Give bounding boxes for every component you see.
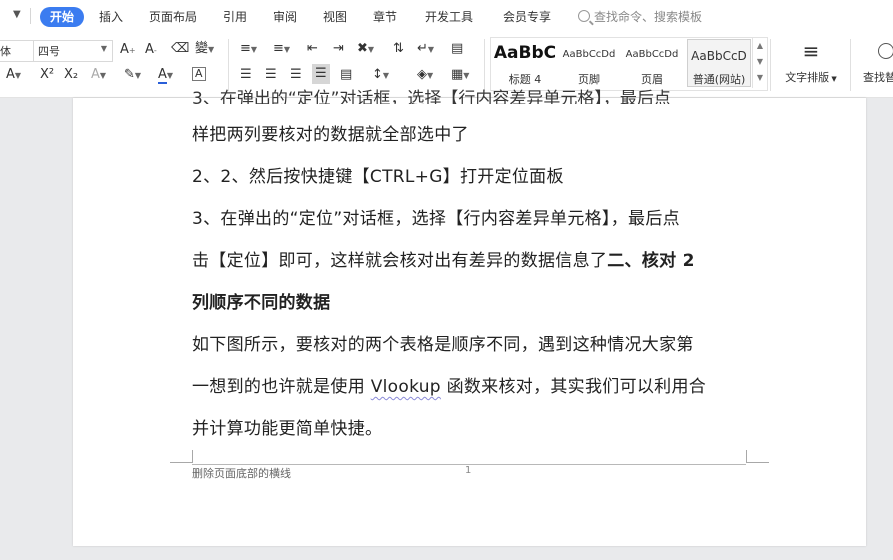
find-replace-button[interactable]: 查找替 <box>860 39 893 85</box>
text-layout-button[interactable]: ≡ 文字排版 ▼ <box>780 39 842 85</box>
pinyin-guide-icon[interactable]: 變▼ <box>195 41 214 58</box>
font-selector[interactable]: 体 四号 ▼ <box>0 40 113 62</box>
margin-corner-mark <box>746 450 769 463</box>
footer-text[interactable]: 删除页面底部的横线 <box>192 465 291 481</box>
doc-text: 击【定位】即可，这样就会核对出有差异的数据信息了 <box>192 251 608 271</box>
style-heading-4[interactable]: AaBbC 标题 4 <box>491 38 559 88</box>
tab-developer[interactable]: 开发工具 <box>425 7 473 27</box>
bullet-list-icon[interactable]: ≡▼ <box>240 41 257 58</box>
decrease-indent-icon[interactable]: ⇤ <box>307 41 318 57</box>
tab-section[interactable]: 章节 <box>373 7 397 27</box>
page-number: 1 <box>465 465 472 476</box>
align-left-icon[interactable]: ☰ <box>240 67 252 83</box>
document-page[interactable]: 3、在弹出的“定位”对话框，选择【行内容差异单元格】，最后点 样把两列要核对的数… <box>73 89 866 546</box>
tab-home[interactable]: 开始 <box>40 7 85 27</box>
numbered-list-icon[interactable]: ≡▼ <box>273 41 290 58</box>
grow-font-icon[interactable]: A+ <box>120 42 136 59</box>
align-center-icon[interactable]: ☰ <box>265 67 277 83</box>
font-size-field[interactable]: 四号 <box>38 43 60 59</box>
show-marks-icon[interactable]: ↵▼ <box>417 41 434 58</box>
char-border-icon[interactable]: A <box>192 67 206 81</box>
clear-format-icon[interactable]: ⌫ <box>171 41 189 57</box>
section-heading-text: 二、核对 2 <box>607 251 695 271</box>
doc-text: 一想到的也许就是使用 <box>192 377 371 397</box>
style-preview: AaBbCcD <box>691 49 747 63</box>
section-heading-text: 列顺序不同的数据 <box>192 293 331 313</box>
text-layout-label: 文字排版 <box>785 71 830 84</box>
doc-line[interactable]: 击【定位】即可，这样就会核对出有差异的数据信息了二、核对 2 <box>192 246 695 271</box>
find-replace-label: 查找替 <box>863 71 893 84</box>
align-right-icon[interactable]: ☰ <box>290 67 302 83</box>
sort-icon[interactable]: ⇅ <box>393 41 404 57</box>
justify-icon[interactable]: ☰ <box>312 64 330 84</box>
tab-page-layout[interactable]: 页面布局 <box>149 7 197 27</box>
doc-line[interactable]: 列顺序不同的数据 <box>192 288 330 313</box>
distributed-align-icon[interactable]: ▤ <box>451 41 463 57</box>
chinese-layout-icon[interactable]: ✖▼ <box>357 41 374 58</box>
style-preview: AaBbCcDd <box>625 49 679 60</box>
doc-line[interactable]: 如下图所示，要核对的两个表格是顺序不同，遇到这种情况大家第 <box>192 330 694 355</box>
text-effect-icon[interactable]: A▼ <box>91 67 106 84</box>
highlight-icon[interactable]: ✎▼ <box>124 67 141 84</box>
distribute-icon[interactable]: ▤ <box>340 67 352 83</box>
tab-insert[interactable]: 插入 <box>99 7 123 27</box>
font-size-chevron-down-icon[interactable]: ▼ <box>101 44 107 53</box>
borders-icon[interactable]: ▦▼ <box>451 67 469 84</box>
style-preview: AaBbCcDd <box>562 49 616 60</box>
chevron-down-icon: ▼ <box>829 75 837 83</box>
shrink-font-icon[interactable]: A- <box>145 42 157 59</box>
margin-corner-mark <box>170 450 193 463</box>
command-search[interactable]: 查找命令、搜索模板 <box>578 7 702 27</box>
styles-gallery: AaBbC 标题 4 AaBbCcDd 页脚 AaBbCcDd 页眉 AaBbC… <box>490 37 768 91</box>
doc-line[interactable]: 一想到的也许就是使用 Vlookup 函数来核对，其实我们可以利用合 <box>192 372 706 397</box>
tab-view[interactable]: 视图 <box>323 7 347 27</box>
underline-style-icon[interactable]: A▼ <box>6 67 21 84</box>
find-icon <box>878 43 893 59</box>
search-icon <box>578 10 590 22</box>
shading-icon[interactable]: ◈▼ <box>417 67 433 84</box>
increase-indent-icon[interactable]: ⇥ <box>333 41 344 57</box>
menu-separator <box>30 8 31 24</box>
partial-line-text: 3、在弹出的“定位”对话框，选择【行内容差异单元格】，最后点 <box>192 89 671 104</box>
line-spacing-icon[interactable]: ↕▼ <box>372 67 389 84</box>
partial-line-above: 3、在弹出的“定位”对话框，选择【行内容差异单元格】，最后点 <box>73 84 866 104</box>
doc-line[interactable]: 样把两列要核对的数据就全部选中了 <box>192 120 469 145</box>
text-layout-icon: ≡ <box>802 39 820 63</box>
style-header[interactable]: AaBbCcDd 页眉 <box>621 38 683 88</box>
chevron-up-icon[interactable]: ▲ <box>753 38 767 54</box>
doc-line[interactable]: 并计算功能更简单快捷。 <box>192 414 382 439</box>
chevron-down-icon[interactable]: ▼ <box>753 54 767 70</box>
subscript-icon[interactable]: X₂ <box>64 67 78 83</box>
style-normal-web[interactable]: AaBbCcD 普通(网站) <box>687 39 751 87</box>
tab-references[interactable]: 引用 <box>223 7 247 27</box>
doc-line[interactable]: 2、2、然后按快捷键【CTRL+G】打开定位面板 <box>192 162 564 187</box>
style-footer[interactable]: AaBbCcDd 页脚 <box>559 38 619 88</box>
menu-bar: ▼ 开始 插入 页面布局 引用 审阅 视图 章节 开发工具 会员专享 查找命令、… <box>0 0 893 33</box>
search-placeholder: 查找命令、搜索模板 <box>594 10 703 24</box>
styles-scroller[interactable]: ▲ ▼ ▼ <box>752 38 767 88</box>
style-preview: AaBbC <box>493 43 557 63</box>
doc-text: 函数来核对，其实我们可以利用合 <box>440 377 707 397</box>
superscript-icon[interactable]: X² <box>40 67 54 83</box>
doc-line[interactable]: 3、在弹出的“定位”对话框，选择【行内容差异单元格】，最后点 <box>192 204 680 229</box>
tab-member[interactable]: 会员专享 <box>503 7 551 27</box>
quick-access-chevron-down-icon[interactable]: ▼ <box>13 9 21 20</box>
font-name-field[interactable]: 体 <box>0 43 11 59</box>
spellcheck-word[interactable]: Vlookup <box>371 377 441 397</box>
font-divider <box>33 41 34 61</box>
font-color-icon[interactable]: A▼ <box>158 67 173 84</box>
tab-review[interactable]: 审阅 <box>273 7 297 27</box>
